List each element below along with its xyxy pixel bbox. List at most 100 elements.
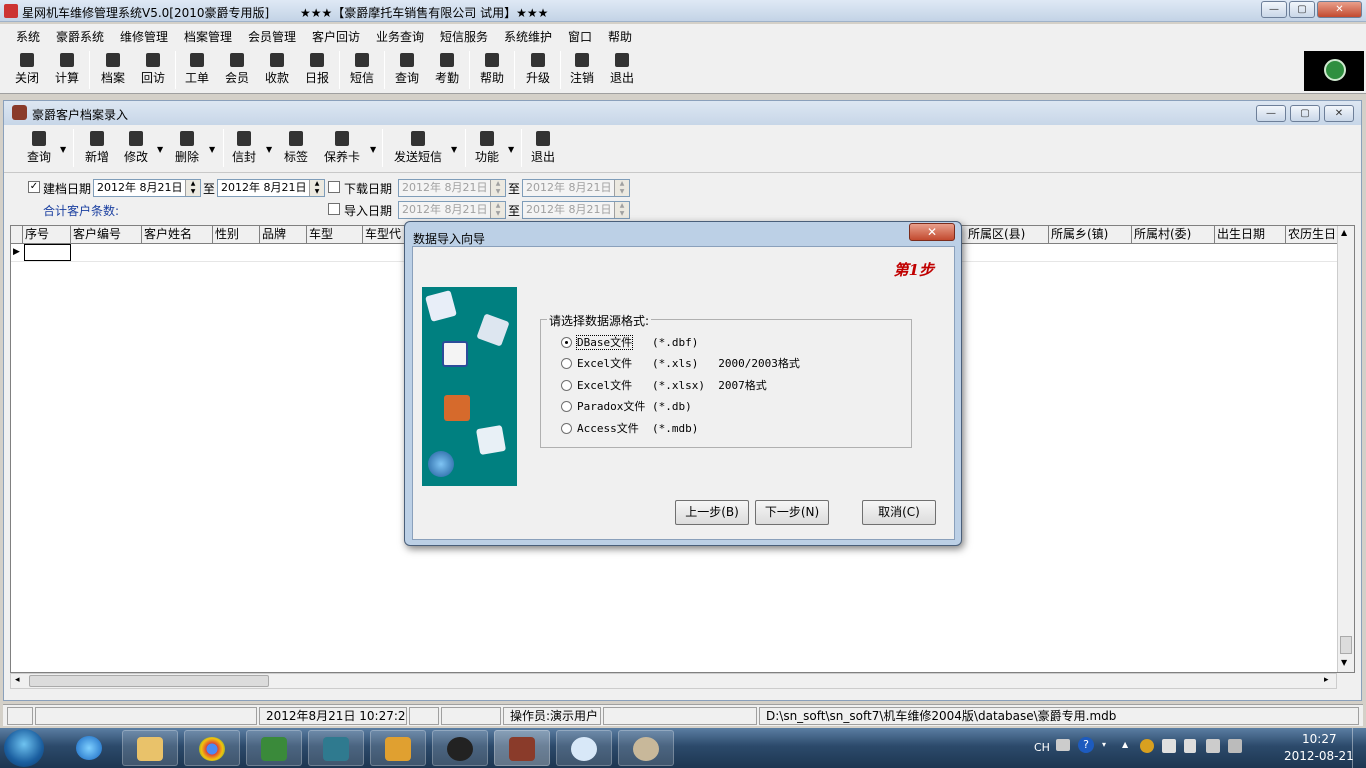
- column-header[interactable]: 客户姓名: [142, 226, 213, 244]
- function-dropdown-arrow[interactable]: ▼: [508, 145, 514, 154]
- scroll-left-icon[interactable]: ◂: [15, 675, 20, 685]
- menu-system[interactable]: 系统: [16, 28, 40, 45]
- toolbar-exit-button[interactable]: 退出: [603, 50, 641, 90]
- menu-maintenance[interactable]: 系统维护: [504, 28, 552, 45]
- maintenance-card-dropdown-arrow[interactable]: ▼: [370, 145, 376, 154]
- column-header[interactable]: 出生日期: [1215, 226, 1286, 244]
- device-icon[interactable]: [1184, 739, 1196, 753]
- send-sms-dropdown-arrow[interactable]: ▼: [451, 145, 457, 154]
- toolbar-sms-button[interactable]: 短信: [343, 50, 381, 90]
- maximize-button[interactable]: ▢: [1289, 1, 1315, 18]
- column-header[interactable]: 性别: [213, 226, 260, 244]
- clock-time[interactable]: 10:27: [1302, 732, 1337, 746]
- spin-updown-icon[interactable]: ▲ ▼: [614, 180, 629, 196]
- child-minimize-button[interactable]: —: [1256, 105, 1286, 122]
- dialog-close-button[interactable]: ✕: [909, 223, 955, 241]
- spin-updown-icon[interactable]: ▲ ▼: [185, 180, 200, 196]
- toolbar-attendance-button[interactable]: 考勤: [428, 50, 466, 90]
- column-header[interactable]: 所属区(县): [966, 226, 1049, 244]
- create-date-checkbox[interactable]: ✓: [28, 181, 40, 193]
- option-access[interactable]: Access文件 (*.mdb): [561, 420, 698, 436]
- help-tray-icon[interactable]: ?: [1078, 737, 1094, 753]
- edit-dropdown-arrow[interactable]: ▼: [157, 145, 163, 154]
- maintenance-card-button[interactable]: 保养卡: [322, 129, 362, 165]
- envelope-dropdown-arrow[interactable]: ▼: [266, 145, 272, 154]
- column-header[interactable]: 车型: [307, 226, 363, 244]
- toolbar-callback-button[interactable]: 回访: [134, 50, 172, 90]
- taskbar-qq[interactable]: [432, 730, 488, 766]
- option-dbase[interactable]: DBase文件 (*.dbf): [561, 334, 698, 350]
- option-excel-xls[interactable]: Excel文件 (*.xls) 2000/2003格式: [561, 355, 800, 371]
- menu-repair[interactable]: 维修管理: [120, 28, 168, 45]
- column-header[interactable]: 农历生日: [1286, 226, 1338, 244]
- taskbar-app-7-globe[interactable]: [308, 730, 364, 766]
- column-header[interactable]: 客户编号: [71, 226, 142, 244]
- prev-button[interactable]: 上一步(B): [675, 500, 749, 525]
- language-indicator[interactable]: CH: [1034, 741, 1050, 754]
- create-date-to[interactable]: 2012年 8月21日 ▲ ▼: [217, 179, 325, 197]
- qq-tray-icon[interactable]: [1140, 739, 1154, 753]
- import-date-from[interactable]: 2012年 8月21日 ▲ ▼: [398, 201, 506, 219]
- menu-sms[interactable]: 短信服务: [440, 28, 488, 45]
- delete-button[interactable]: 删除: [172, 129, 202, 165]
- vertical-scrollbar[interactable]: ▲ ▼: [1337, 226, 1354, 672]
- next-button[interactable]: 下一步(N): [755, 500, 829, 525]
- active-cell[interactable]: [24, 244, 71, 261]
- query-button[interactable]: 查询: [24, 129, 54, 165]
- child-maximize-button[interactable]: ▢: [1290, 105, 1320, 122]
- toolbar-upgrade-button[interactable]: 升级: [519, 50, 557, 90]
- spin-updown-icon[interactable]: ▲ ▼: [309, 180, 324, 196]
- menu-member[interactable]: 会员管理: [248, 28, 296, 45]
- volume-muted-icon[interactable]: [1228, 739, 1242, 753]
- taskbar-app-7-lightning[interactable]: [246, 730, 302, 766]
- toolbar-close-button[interactable]: 关闭: [8, 50, 46, 90]
- import-date-checkbox[interactable]: [328, 203, 340, 215]
- spin-updown-icon[interactable]: ▲ ▼: [490, 202, 505, 218]
- exit-button[interactable]: 退出: [528, 129, 558, 165]
- label-button[interactable]: 标签: [281, 129, 311, 165]
- hscroll-thumb[interactable]: [29, 675, 269, 687]
- download-date-checkbox[interactable]: [328, 181, 340, 193]
- spin-updown-icon[interactable]: ▲ ▼: [490, 180, 505, 196]
- create-date-from[interactable]: 2012年 8月21日 ▲ ▼: [93, 179, 201, 197]
- horizontal-scrollbar[interactable]: ◂ ▸: [10, 673, 1337, 689]
- scroll-thumb[interactable]: [1340, 636, 1352, 654]
- toolbar-daily-report-button[interactable]: 日报: [298, 50, 336, 90]
- keyboard-icon[interactable]: [1056, 739, 1070, 751]
- clock-date[interactable]: 2012-08-21: [1284, 749, 1354, 763]
- taskbar-viewer[interactable]: [556, 730, 612, 766]
- function-button[interactable]: 功能: [472, 129, 502, 165]
- menu-window[interactable]: 窗口: [568, 28, 592, 45]
- tray-options-arrow-icon[interactable]: ▾: [1102, 740, 1106, 749]
- column-header[interactable]: 车型代: [363, 226, 407, 244]
- menu-haojue[interactable]: 豪爵系统: [56, 28, 104, 45]
- menu-help[interactable]: 帮助: [608, 28, 632, 45]
- send-sms-button[interactable]: 发送短信: [390, 129, 446, 165]
- menu-archive[interactable]: 档案管理: [184, 28, 232, 45]
- column-header[interactable]: 序号: [23, 226, 71, 244]
- query-dropdown-arrow[interactable]: ▼: [60, 145, 66, 154]
- taskbar-repair-system[interactable]: [494, 730, 550, 766]
- toolbar-member-button[interactable]: 会员: [218, 50, 256, 90]
- scroll-right-icon[interactable]: ▸: [1324, 675, 1329, 685]
- toolbar-archive-button[interactable]: 档案: [94, 50, 132, 90]
- toolbar-query-button[interactable]: 查询: [388, 50, 426, 90]
- toolbar-calc-button[interactable]: 计算: [48, 50, 86, 90]
- toolbar-help-button[interactable]: 帮助: [473, 50, 511, 90]
- minimize-button[interactable]: —: [1261, 1, 1287, 18]
- show-hidden-icons-icon[interactable]: ▲: [1122, 740, 1128, 749]
- show-desktop-button[interactable]: [1352, 728, 1366, 768]
- child-close-button[interactable]: ✕: [1324, 105, 1354, 122]
- download-date-from[interactable]: 2012年 8月21日 ▲ ▼: [398, 179, 506, 197]
- flag-icon[interactable]: [1162, 739, 1176, 753]
- network-icon[interactable]: [1206, 739, 1220, 753]
- toolbar-workorder-button[interactable]: 工单: [178, 50, 216, 90]
- column-header[interactable]: 所属乡(镇): [1049, 226, 1132, 244]
- taskbar-paint[interactable]: [618, 730, 674, 766]
- spin-updown-icon[interactable]: ▲ ▼: [614, 202, 629, 218]
- envelope-button[interactable]: 信封: [229, 129, 259, 165]
- close-button[interactable]: ✕: [1317, 1, 1362, 18]
- menu-followup[interactable]: 客户回访: [312, 28, 360, 45]
- taskbar-chrome[interactable]: [184, 730, 240, 766]
- column-header[interactable]: 所属村(委): [1132, 226, 1215, 244]
